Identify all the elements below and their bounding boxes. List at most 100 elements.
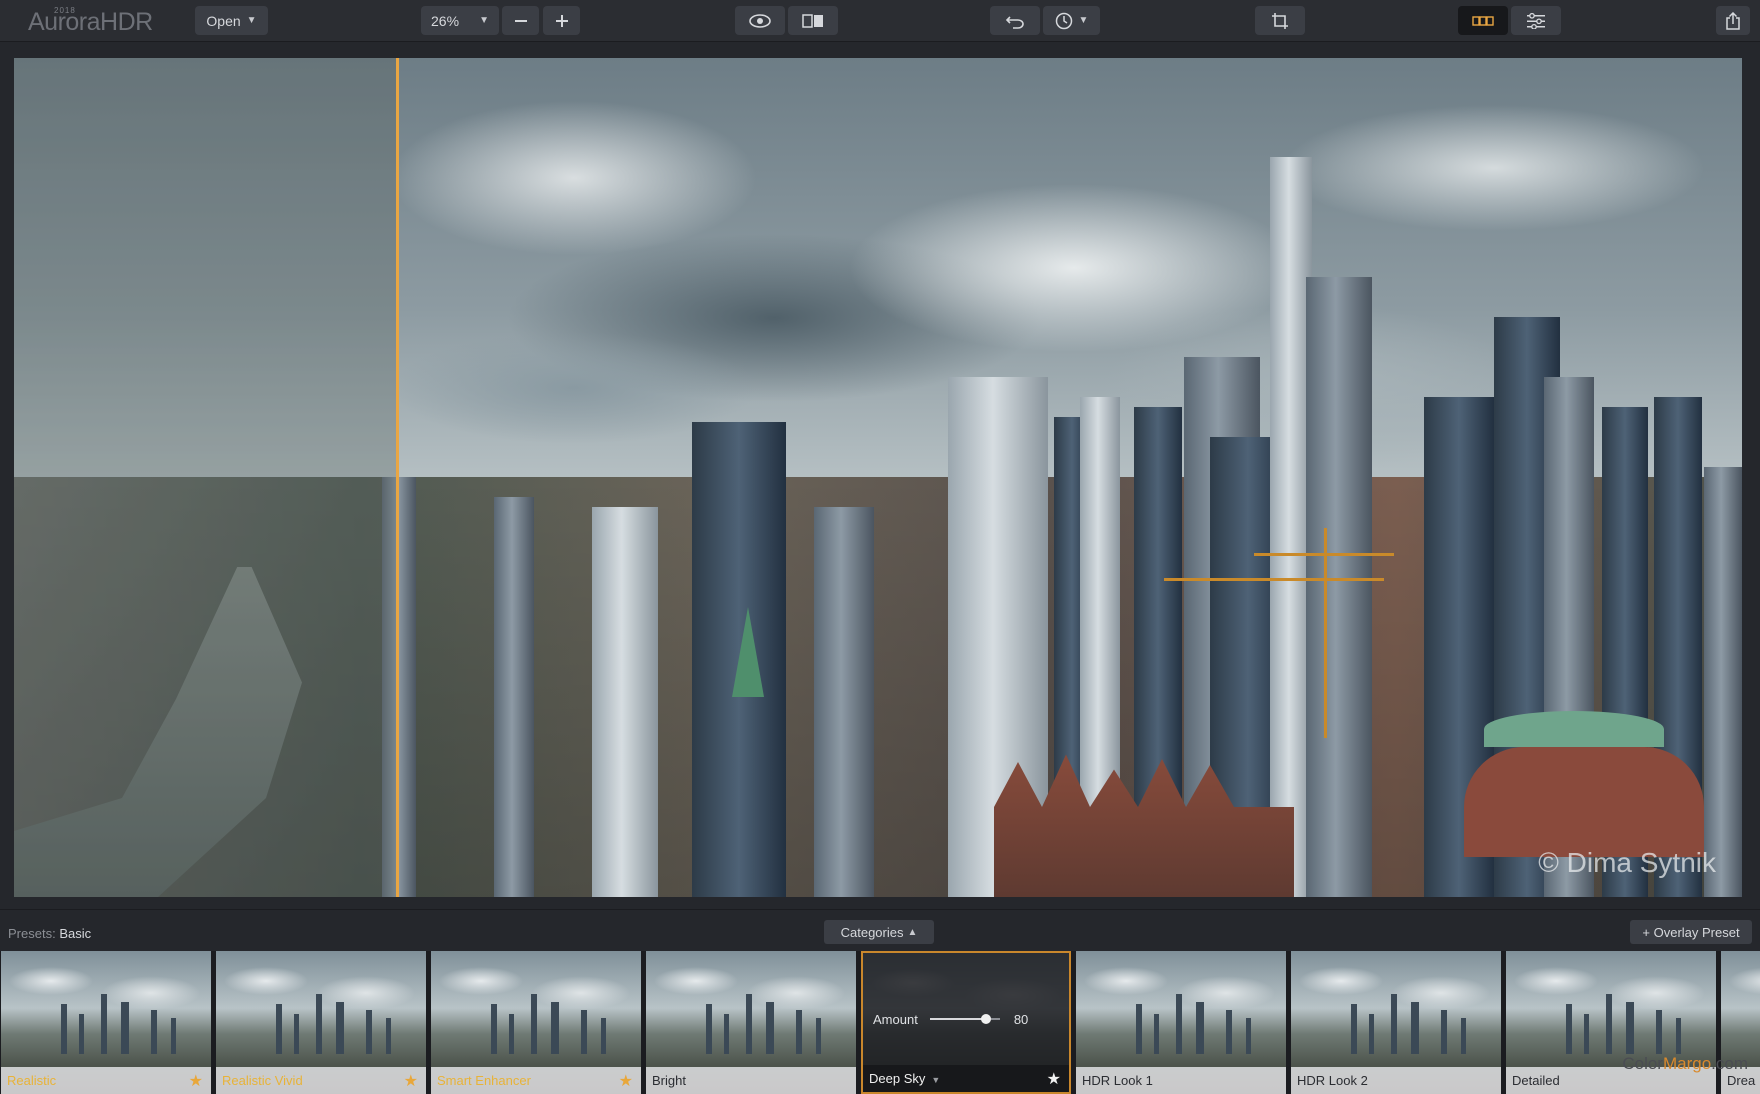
zoom-in-button[interactable] [543, 6, 580, 35]
favorite-star-icon[interactable]: ★ [1047, 1069, 1061, 1089]
preset-name-bar: Smart Enhancer ★ [431, 1067, 641, 1094]
thumbnail-tower [746, 994, 752, 1054]
amount-slider[interactable] [929, 1014, 1000, 1024]
history-button[interactable]: ▼ [1043, 6, 1100, 35]
zoom-out-button[interactable] [502, 6, 539, 35]
top-toolbar: 2018 AuroraHDR Open ▼ 26% ▼ ▼ [0, 0, 1760, 42]
minus-icon [514, 19, 527, 22]
preset-name: Deep Sky [869, 1071, 926, 1086]
logo-year: 2018 [54, 6, 76, 15]
chevron-down-icon: ▼ [1078, 15, 1089, 26]
preset-name-bar: Realistic Vivid ★ [216, 1067, 426, 1094]
crane [1164, 578, 1384, 581]
thumbnail-tower [724, 1014, 729, 1054]
thumbnail-tower [1626, 1002, 1634, 1054]
image-canvas[interactable]: © Dima Sytnik [0, 43, 1760, 908]
undo-button[interactable] [990, 6, 1040, 35]
thumbnail-tower [1226, 1010, 1232, 1054]
zoom-value: 26% [431, 12, 460, 29]
preset-thumbnail[interactable]: Realistic ★ [1, 951, 211, 1094]
zoom-select[interactable]: 26% ▼ [421, 6, 499, 35]
thumbnail-tower [276, 1004, 282, 1054]
thumbnail-tower [1566, 1004, 1572, 1054]
presets-panel-toggle[interactable] [1458, 6, 1508, 35]
thumbnail-tower [151, 1010, 157, 1054]
thumbnail-tower [1246, 1018, 1251, 1054]
tower [814, 507, 874, 897]
share-button[interactable] [1716, 6, 1750, 35]
adjustments-panel-toggle[interactable] [1511, 6, 1561, 35]
undo-icon [1005, 15, 1024, 29]
thumbnail-tower [1369, 1014, 1374, 1054]
chevron-down-icon: ▼ [246, 15, 257, 26]
preset-thumbnail[interactable]: HDR Look 1 [1076, 951, 1286, 1094]
thumbnail-tower [294, 1014, 299, 1054]
overlay-preset-button[interactable]: + Overlay Preset [1630, 920, 1752, 944]
thumbnail-tower [551, 1002, 559, 1054]
favorite-star-icon[interactable]: ★ [404, 1071, 418, 1091]
preset-name: Drea [1727, 1073, 1756, 1088]
thumbnail-tower [336, 1002, 344, 1054]
thumbnail-tower [1351, 1004, 1357, 1054]
crane [1324, 528, 1327, 738]
favorite-star-icon[interactable]: ★ [189, 1071, 203, 1091]
thumbnail-tower [1441, 1010, 1447, 1054]
photo-preview[interactable]: © Dima Sytnik [14, 58, 1742, 897]
amount-label: Amount [873, 1011, 918, 1027]
logo-text: AuroraHDR [28, 8, 153, 36]
thumbnail-tower [121, 1002, 129, 1054]
thumbnail-tower [1391, 994, 1397, 1054]
preset-name: Bright [652, 1073, 686, 1088]
crane [1254, 553, 1394, 556]
thumbnail-tower [1196, 1002, 1204, 1054]
amount-slider-fill [929, 1018, 986, 1020]
preset-thumbnail[interactable]: Realistic Vivid ★ [216, 951, 426, 1094]
preview-button[interactable] [735, 6, 785, 35]
preset-thumbnail[interactable]: Amount 80 Deep Sky ▼ ★ [861, 951, 1071, 1094]
thumbnail-tower [509, 1014, 514, 1054]
before-side-wash [14, 58, 396, 897]
amount-slider-knob[interactable] [980, 1014, 991, 1024]
thumbnail-tower [61, 1004, 67, 1054]
preset-name: Realistic Vivid [222, 1073, 303, 1088]
crop-button[interactable] [1255, 6, 1305, 35]
presets-bar: Presets: Basic Categories ▲ + Overlay Pr… [0, 909, 1760, 951]
site-watermark-part: Margo [1662, 1054, 1712, 1073]
thumbnail-tower [531, 994, 537, 1054]
preset-thumbnail[interactable]: Smart Enhancer ★ [431, 951, 641, 1094]
amount-slider-row: Amount 80 [873, 1009, 1059, 1029]
share-icon [1726, 11, 1740, 30]
thumbnail-tower [101, 994, 107, 1054]
preset-thumbnail[interactable]: Bright [646, 951, 856, 1094]
open-button[interactable]: Open ▼ [195, 6, 268, 35]
preset-name-bar: HDR Look 2 [1291, 1067, 1501, 1094]
chevron-down-icon[interactable]: ▼ [931, 1075, 940, 1085]
thumbnail-tower [1154, 1014, 1159, 1054]
favorite-star-icon[interactable]: ★ [619, 1071, 633, 1091]
tower [1704, 467, 1742, 897]
preset-name-bar: Deep Sky ▼ ★ [863, 1065, 1069, 1092]
presets-label: Presets: Basic [8, 926, 91, 941]
thumbnail-tower [1411, 1002, 1419, 1054]
preset-filmstrip: Realistic ★ Realistic Vivid ★ Smart Enhancer… [0, 951, 1760, 1094]
thumbnail-tower [816, 1018, 821, 1054]
preset-name: Smart Enhancer [437, 1073, 531, 1088]
photo-church-dome [1484, 711, 1664, 747]
categories-button[interactable]: Categories ▲ [824, 920, 934, 944]
compare-divider-handle[interactable] [396, 58, 399, 897]
split-compare-icon [802, 13, 823, 28]
eye-icon [749, 13, 771, 28]
amount-value: 80 [1013, 1011, 1029, 1027]
thumbnail-tower [581, 1010, 587, 1054]
compare-button[interactable] [788, 6, 838, 35]
open-button-label: Open [206, 12, 241, 29]
photo-spire [732, 607, 764, 697]
tower [1306, 277, 1372, 897]
thumbnail-tower [1136, 1004, 1142, 1054]
site-watermark-part: .com [1711, 1054, 1748, 1073]
preset-thumbnail[interactable]: HDR Look 2 [1291, 951, 1501, 1094]
thumbnail-tower [1606, 994, 1612, 1054]
thumbnail-tower [316, 994, 322, 1054]
categories-label: Categories [840, 924, 904, 940]
sliders-icon [1527, 12, 1545, 29]
